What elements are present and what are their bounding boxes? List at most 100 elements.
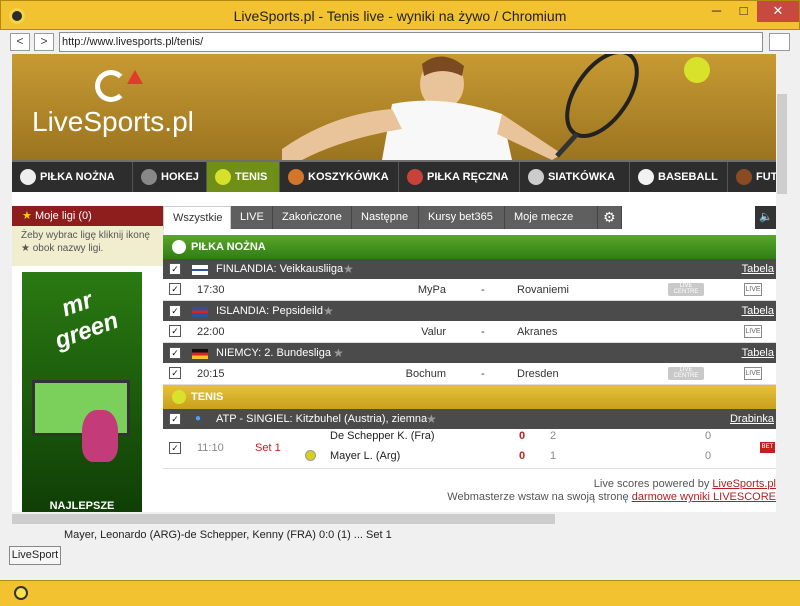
menu-item-label: SIATKÓWKA — [548, 171, 616, 183]
league-name[interactable]: ISLANDIA: Pepsideild — [216, 301, 323, 321]
live-centre-icon[interactable]: LIVE CENTRE — [668, 283, 704, 296]
menu-item-volleyball[interactable]: SIATKÓWKA — [520, 162, 630, 192]
hockey-puck-icon — [141, 169, 157, 185]
league-draw-link[interactable]: Drabinka — [730, 409, 774, 429]
sport-header-tennis[interactable]: TENIS — [163, 385, 776, 409]
powered-by-text: Live scores powered by — [593, 478, 713, 490]
live-tv-icon[interactable]: LIVE — [744, 325, 762, 338]
tennis-match-row[interactable]: ✓ 11:10 Set 1 De Schepper K. (Fra) Mayer… — [163, 429, 776, 469]
away-team: Dresden — [517, 368, 559, 380]
favorite-star-icon[interactable]: ★ — [333, 343, 344, 363]
livesport-button[interactable]: LiveSport — [9, 546, 61, 565]
back-button[interactable]: < — [10, 33, 30, 51]
scrollbar-thumb[interactable] — [12, 514, 555, 524]
live-tv-icon[interactable]: LIVE — [744, 367, 762, 380]
ad-banner[interactable]: mr green NAJLEPSZE — [22, 272, 142, 512]
menu-item-basketball[interactable]: KOSZYKÓWKA — [280, 162, 399, 192]
tab-finished[interactable]: Zakończone — [273, 206, 352, 229]
sound-toggle-icon[interactable]: 🔈 — [755, 206, 776, 229]
status-bar: Mayer, Leonardo (ARG)-de Schepper, Kenny… — [0, 526, 800, 544]
menu-item-label: KOSZYKÓWKA — [308, 171, 389, 183]
match-time: 22:00 — [197, 326, 225, 338]
league-checkbox[interactable]: ✓ — [169, 305, 181, 317]
settings-gear-icon[interactable]: ⚙ — [598, 206, 622, 229]
player-two-sets: 0 — [519, 450, 526, 462]
germany-flag-icon — [192, 349, 208, 359]
league-table-link[interactable]: Tabela — [742, 301, 774, 321]
serve-ball-icon — [305, 450, 316, 461]
menu-item-american-football[interactable]: FUT — [728, 162, 776, 192]
league-checkbox[interactable]: ✓ — [169, 413, 181, 425]
ad-slogan: NAJLEPSZE — [49, 500, 115, 512]
favorite-star-icon[interactable]: ★ — [343, 259, 354, 279]
player-one-sets: 0 — [519, 430, 526, 442]
live-tv-icon[interactable]: LIVE — [744, 283, 762, 296]
match-row[interactable]: ✓ 20:15 Bochum - Dresden LIVE CENTRE LIV… — [163, 363, 776, 385]
league-table-link[interactable]: Tabela — [742, 343, 774, 363]
my-leagues-note: Żeby wybrac ligę kliknij ikonę ★ obok na… — [12, 226, 164, 266]
menu-item-label: PIŁKA NOŻNA — [40, 171, 115, 183]
favorite-star-icon[interactable]: ★ — [323, 301, 334, 321]
baseball-icon — [638, 169, 654, 185]
horizontal-scrollbar[interactable] — [12, 512, 776, 526]
forward-button[interactable]: > — [34, 33, 54, 51]
league-row: ✓ ● ATP - SINGIEL: Kitzbuhel (Austria), … — [163, 409, 776, 429]
menu-item-label: PIŁKA RĘCZNA — [427, 171, 509, 183]
bet-icon[interactable]: BET — [760, 442, 775, 453]
menu-item-label: TENIS — [235, 171, 268, 183]
powered-by-line: Live scores powered by LiveSports.pl — [163, 478, 776, 491]
tab-my-matches[interactable]: Moje mecze (4) — [505, 206, 598, 245]
match-row[interactable]: ✓ 22:00 Valur - Akranes LIVE — [163, 321, 776, 343]
bottom-bar — [0, 580, 800, 606]
left-sidebar: ★ Moje ligi (0) Żeby wybrac ligę kliknij… — [12, 206, 164, 512]
match-score: - — [481, 326, 485, 338]
logo-triangle-icon — [127, 70, 143, 84]
address-bar[interactable]: http://www.livesports.pl/tenis/ — [59, 32, 763, 52]
league-name[interactable]: ATP - SINGIEL: Kitzbuhel (Austria), ziem… — [216, 409, 427, 429]
browser-toolbar: < > http://www.livesports.pl/tenis/ — [0, 30, 800, 54]
tab-next[interactable]: Następne — [352, 206, 419, 229]
home-team: MyPa — [417, 284, 446, 296]
home-team: Valur — [421, 326, 446, 338]
minimize-button[interactable]: ─ — [703, 1, 730, 22]
vertical-scrollbar[interactable] — [776, 54, 788, 512]
match-time: 11:10 — [197, 442, 224, 454]
menu-item-handball[interactable]: PIŁKA RĘCZNA — [399, 162, 520, 192]
match-checkbox[interactable]: ✓ — [169, 325, 181, 337]
free-livescore-link[interactable]: darmowe wyniki LIVESCORE — [632, 491, 776, 503]
volleyball-icon — [528, 169, 544, 185]
match-checkbox[interactable]: ✓ — [169, 367, 181, 379]
sport-header-football[interactable]: PIŁKA NOŻNA — [163, 235, 776, 259]
my-leagues-label: Moje ligi (0) — [34, 210, 92, 222]
favorite-star-icon[interactable]: ★ — [426, 409, 437, 429]
star-icon: ★ — [22, 210, 32, 222]
maximize-button[interactable]: □ — [730, 1, 757, 22]
app-tray-icon[interactable] — [14, 586, 28, 600]
ad-brand: mr green — [51, 286, 122, 355]
league-checkbox[interactable]: ✓ — [169, 347, 181, 359]
league-checkbox[interactable]: ✓ — [169, 263, 181, 275]
menu-item-hockey[interactable]: HOKEJ — [133, 162, 207, 192]
tab-live[interactable]: LIVE — [231, 206, 273, 229]
player-one-games: 2 — [550, 430, 557, 442]
league-name[interactable]: NIEMCY: 2. Bundesliga — [216, 343, 331, 363]
menu-item-baseball[interactable]: BASEBALL — [630, 162, 728, 192]
toolbar-side-button[interactable] — [769, 33, 790, 51]
tab-all[interactable]: Wszystkie — [163, 206, 231, 229]
live-centre-icon[interactable]: LIVE CENTRE — [668, 367, 704, 380]
league-name[interactable]: FINLANDIA: Veikkausliiga — [216, 259, 343, 279]
site-logo[interactable]: LiveSports.pl — [32, 106, 194, 138]
my-leagues-header[interactable]: ★ Moje ligi (0) — [12, 206, 164, 226]
menu-item-tennis[interactable]: TENIS — [207, 162, 280, 192]
sport-title: PIŁKA NOŻNA — [191, 241, 266, 253]
league-table-link[interactable]: Tabela — [742, 259, 774, 279]
window-title: LiveSports.pl - Tenis live - wyniki na ż… — [233, 8, 567, 24]
match-checkbox[interactable]: ✓ — [169, 442, 181, 454]
close-button[interactable]: ✕ — [757, 1, 799, 22]
tab-bet365-odds[interactable]: Kursy bet365 — [419, 206, 505, 229]
menu-item-football[interactable]: PIŁKA NOŻNA — [12, 162, 133, 192]
scrollbar-thumb[interactable] — [777, 94, 787, 194]
powered-by-link[interactable]: LiveSports.pl — [712, 478, 776, 490]
match-row[interactable]: ✓ 17:30 MyPa - Rovaniemi LIVE CENTRE LIV… — [163, 279, 776, 301]
match-checkbox[interactable]: ✓ — [169, 283, 181, 295]
